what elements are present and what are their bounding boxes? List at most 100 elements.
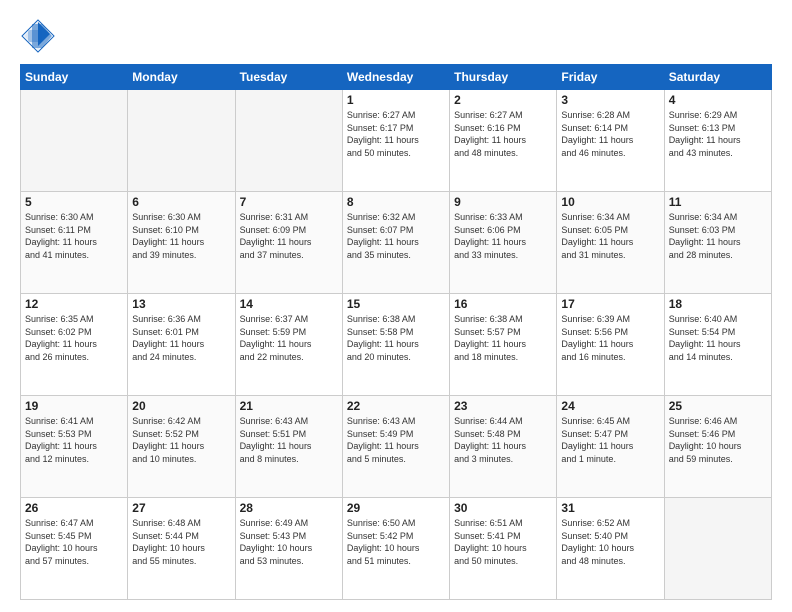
- day-number: 10: [561, 195, 659, 209]
- calendar-cell: [21, 90, 128, 192]
- calendar-cell: 30 Sunrise: 6:51 AM Sunset: 5:41 PM Dayli…: [450, 498, 557, 600]
- day-info: Sunrise: 6:34 AM Sunset: 6:05 PM Dayligh…: [561, 211, 659, 261]
- weekday-header-sunday: Sunday: [21, 65, 128, 90]
- day-info: Sunrise: 6:40 AM Sunset: 5:54 PM Dayligh…: [669, 313, 767, 363]
- day-number: 16: [454, 297, 552, 311]
- calendar-cell: 12 Sunrise: 6:35 AM Sunset: 6:02 PM Dayli…: [21, 294, 128, 396]
- day-info: Sunrise: 6:28 AM Sunset: 6:14 PM Dayligh…: [561, 109, 659, 159]
- weekday-header-row: SundayMondayTuesdayWednesdayThursdayFrid…: [21, 65, 772, 90]
- day-number: 4: [669, 93, 767, 107]
- day-number: 1: [347, 93, 445, 107]
- calendar-cell: 28Sunrise: 6:49 AM Sunset: 5:43 PM Dayli…: [235, 498, 342, 600]
- day-info: Sunrise: 6:48 AM Sunset: 5:44 PM Dayligh…: [132, 517, 230, 567]
- calendar-cell: 3 Sunrise: 6:28 AM Sunset: 6:14 PM Daylig…: [557, 90, 664, 192]
- day-number: 3: [561, 93, 659, 107]
- day-number: 21: [240, 399, 338, 413]
- calendar-cell: 4 Sunrise: 6:29 AM Sunset: 6:13 PM Daylig…: [664, 90, 771, 192]
- calendar-cell: 11 Sunrise: 6:34 AM Sunset: 6:03 PM Dayli…: [664, 192, 771, 294]
- calendar-cell: 7 Sunrise: 6:31 AM Sunset: 6:09 PM Daylig…: [235, 192, 342, 294]
- day-number: 19: [25, 399, 123, 413]
- day-number: 13: [132, 297, 230, 311]
- calendar-cell: [235, 90, 342, 192]
- calendar-week-row-1: 5 Sunrise: 6:30 AM Sunset: 6:11 PM Daylig…: [21, 192, 772, 294]
- calendar-cell: 1 Sunrise: 6:27 AM Sunset: 6:17 PM Daylig…: [342, 90, 449, 192]
- calendar-body: 1 Sunrise: 6:27 AM Sunset: 6:17 PM Daylig…: [21, 90, 772, 600]
- day-info: Sunrise: 6:50 AM Sunset: 5:42 PM Dayligh…: [347, 517, 445, 567]
- weekday-header-saturday: Saturday: [664, 65, 771, 90]
- day-number: 5: [25, 195, 123, 209]
- page: SundayMondayTuesdayWednesdayThursdayFrid…: [0, 0, 792, 612]
- calendar-cell: 20Sunrise: 6:42 AM Sunset: 5:52 PM Dayli…: [128, 396, 235, 498]
- day-number: 27: [132, 501, 230, 515]
- day-number: 12: [25, 297, 123, 311]
- calendar-table: SundayMondayTuesdayWednesdayThursdayFrid…: [20, 64, 772, 600]
- calendar-cell: 5 Sunrise: 6:30 AM Sunset: 6:11 PM Daylig…: [21, 192, 128, 294]
- day-info: Sunrise: 6:30 AM Sunset: 6:10 PM Dayligh…: [132, 211, 230, 261]
- day-number: 22: [347, 399, 445, 413]
- day-info: Sunrise: 6:34 AM Sunset: 6:03 PM Dayligh…: [669, 211, 767, 261]
- day-number: 18: [669, 297, 767, 311]
- day-info: Sunrise: 6:30 AM Sunset: 6:11 PM Dayligh…: [25, 211, 123, 261]
- calendar-cell: 18 Sunrise: 6:40 AM Sunset: 5:54 PM Dayli…: [664, 294, 771, 396]
- calendar-week-row-4: 26Sunrise: 6:47 AM Sunset: 5:45 PM Dayli…: [21, 498, 772, 600]
- day-info: Sunrise: 6:49 AM Sunset: 5:43 PM Dayligh…: [240, 517, 338, 567]
- day-info: Sunrise: 6:41 AM Sunset: 5:53 PM Dayligh…: [25, 415, 123, 465]
- calendar-cell: 29 Sunrise: 6:50 AM Sunset: 5:42 PM Dayli…: [342, 498, 449, 600]
- day-info: Sunrise: 6:43 AM Sunset: 5:51 PM Dayligh…: [240, 415, 338, 465]
- calendar-cell: 24Sunrise: 6:45 AM Sunset: 5:47 PM Dayli…: [557, 396, 664, 498]
- calendar-cell: 25 Sunrise: 6:46 AM Sunset: 5:46 PM Dayli…: [664, 396, 771, 498]
- calendar-week-row-3: 19 Sunrise: 6:41 AM Sunset: 5:53 PM Dayli…: [21, 396, 772, 498]
- day-info: Sunrise: 6:37 AM Sunset: 5:59 PM Dayligh…: [240, 313, 338, 363]
- calendar-cell: 16Sunrise: 6:38 AM Sunset: 5:57 PM Dayli…: [450, 294, 557, 396]
- day-info: Sunrise: 6:39 AM Sunset: 5:56 PM Dayligh…: [561, 313, 659, 363]
- calendar-cell: 22 Sunrise: 6:43 AM Sunset: 5:49 PM Dayli…: [342, 396, 449, 498]
- day-info: Sunrise: 6:27 AM Sunset: 6:17 PM Dayligh…: [347, 109, 445, 159]
- calendar-cell: 9Sunrise: 6:33 AM Sunset: 6:06 PM Daylig…: [450, 192, 557, 294]
- calendar-week-row-0: 1 Sunrise: 6:27 AM Sunset: 6:17 PM Daylig…: [21, 90, 772, 192]
- day-number: 2: [454, 93, 552, 107]
- calendar-cell: [128, 90, 235, 192]
- calendar-cell: 27 Sunrise: 6:48 AM Sunset: 5:44 PM Dayli…: [128, 498, 235, 600]
- day-info: Sunrise: 6:29 AM Sunset: 6:13 PM Dayligh…: [669, 109, 767, 159]
- day-info: Sunrise: 6:38 AM Sunset: 5:58 PM Dayligh…: [347, 313, 445, 363]
- day-info: Sunrise: 6:32 AM Sunset: 6:07 PM Dayligh…: [347, 211, 445, 261]
- day-number: 20: [132, 399, 230, 413]
- calendar-cell: 2 Sunrise: 6:27 AM Sunset: 6:16 PM Daylig…: [450, 90, 557, 192]
- weekday-header-friday: Friday: [557, 65, 664, 90]
- calendar-cell: 6Sunrise: 6:30 AM Sunset: 6:10 PM Daylig…: [128, 192, 235, 294]
- calendar-cell: 19 Sunrise: 6:41 AM Sunset: 5:53 PM Dayli…: [21, 396, 128, 498]
- calendar-cell: [664, 498, 771, 600]
- day-number: 30: [454, 501, 552, 515]
- calendar-cell: 15Sunrise: 6:38 AM Sunset: 5:58 PM Dayli…: [342, 294, 449, 396]
- calendar-cell: 8 Sunrise: 6:32 AM Sunset: 6:07 PM Daylig…: [342, 192, 449, 294]
- day-number: 11: [669, 195, 767, 209]
- day-info: Sunrise: 6:52 AM Sunset: 5:40 PM Dayligh…: [561, 517, 659, 567]
- calendar-cell: 21 Sunrise: 6:43 AM Sunset: 5:51 PM Dayli…: [235, 396, 342, 498]
- calendar-header: SundayMondayTuesdayWednesdayThursdayFrid…: [21, 65, 772, 90]
- day-info: Sunrise: 6:44 AM Sunset: 5:48 PM Dayligh…: [454, 415, 552, 465]
- day-number: 29: [347, 501, 445, 515]
- weekday-header-wednesday: Wednesday: [342, 65, 449, 90]
- header: [20, 18, 772, 54]
- day-number: 25: [669, 399, 767, 413]
- day-number: 7: [240, 195, 338, 209]
- day-info: Sunrise: 6:51 AM Sunset: 5:41 PM Dayligh…: [454, 517, 552, 567]
- day-info: Sunrise: 6:36 AM Sunset: 6:01 PM Dayligh…: [132, 313, 230, 363]
- calendar-cell: 14 Sunrise: 6:37 AM Sunset: 5:59 PM Dayli…: [235, 294, 342, 396]
- day-number: 8: [347, 195, 445, 209]
- day-info: Sunrise: 6:43 AM Sunset: 5:49 PM Dayligh…: [347, 415, 445, 465]
- day-number: 9: [454, 195, 552, 209]
- calendar-cell: 31 Sunrise: 6:52 AM Sunset: 5:40 PM Dayli…: [557, 498, 664, 600]
- calendar-cell: 13 Sunrise: 6:36 AM Sunset: 6:01 PM Dayli…: [128, 294, 235, 396]
- day-number: 31: [561, 501, 659, 515]
- day-info: Sunrise: 6:35 AM Sunset: 6:02 PM Dayligh…: [25, 313, 123, 363]
- day-number: 23: [454, 399, 552, 413]
- day-info: Sunrise: 6:27 AM Sunset: 6:16 PM Dayligh…: [454, 109, 552, 159]
- day-number: 14: [240, 297, 338, 311]
- day-info: Sunrise: 6:46 AM Sunset: 5:46 PM Dayligh…: [669, 415, 767, 465]
- day-info: Sunrise: 6:47 AM Sunset: 5:45 PM Dayligh…: [25, 517, 123, 567]
- weekday-header-monday: Monday: [128, 65, 235, 90]
- day-number: 17: [561, 297, 659, 311]
- day-number: 24: [561, 399, 659, 413]
- day-info: Sunrise: 6:31 AM Sunset: 6:09 PM Dayligh…: [240, 211, 338, 261]
